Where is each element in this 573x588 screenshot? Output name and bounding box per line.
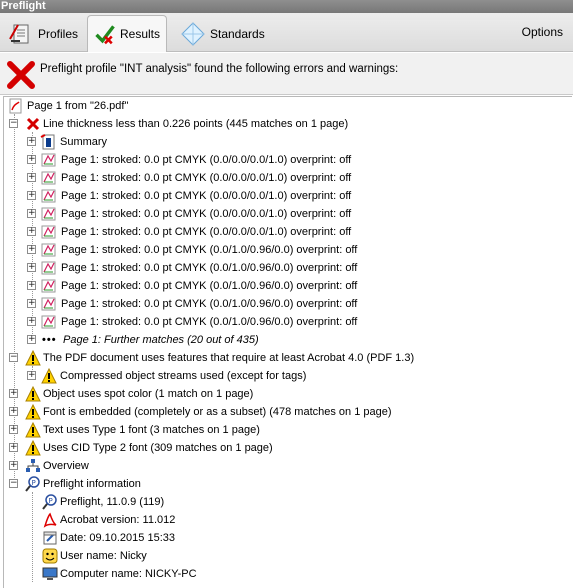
- overview-hierarchy-icon: [26, 459, 40, 472]
- options-menu[interactable]: Options: [522, 25, 563, 39]
- computer-monitor-icon: [42, 567, 58, 580]
- stroke-path-icon: [41, 315, 56, 329]
- calendar-icon: [43, 531, 57, 545]
- results-header: Preflight profile "INT analysis" found t…: [0, 53, 573, 95]
- header-message: Preflight profile "INT analysis" found t…: [40, 63, 399, 75]
- expand-toggle[interactable]: +: [27, 137, 36, 146]
- svg-text:P: P: [32, 479, 36, 487]
- tab-profiles[interactable]: Profiles: [2, 15, 84, 52]
- stroke-path-icon: [41, 261, 56, 275]
- expand-toggle[interactable]: +: [27, 371, 36, 380]
- stroke-path-icon: [41, 153, 56, 167]
- expand-toggle[interactable]: +: [27, 191, 36, 200]
- collapse-toggle[interactable]: −: [9, 353, 18, 362]
- error-x-icon: [7, 61, 35, 89]
- warning-icon: [25, 386, 41, 402]
- collapse-toggle[interactable]: −: [9, 479, 18, 488]
- warning-icon: [25, 404, 41, 420]
- stroke-path-icon: [41, 225, 56, 239]
- stroke-path-icon: [41, 171, 56, 185]
- profiles-icon: [9, 24, 29, 43]
- results-checkmark-icon: [95, 25, 115, 45]
- expand-toggle[interactable]: +: [27, 317, 36, 326]
- more-dots-icon: •••: [42, 334, 57, 346]
- user-smiley-icon: [42, 548, 58, 564]
- error-x-icon: [26, 117, 40, 131]
- stroke-path-icon: [41, 207, 56, 221]
- window-title: Preflight: [1, 0, 46, 12]
- results-tree[interactable]: Page 1 from "26.pdf" − Line thickness le…: [3, 96, 572, 588]
- expand-toggle[interactable]: +: [9, 425, 18, 434]
- expand-toggle[interactable]: +: [27, 155, 36, 164]
- preflight-magnifier-icon: P: [25, 476, 40, 492]
- warning-icon: [25, 440, 41, 456]
- stroke-path-icon: [41, 243, 56, 257]
- expand-toggle[interactable]: +: [9, 389, 18, 398]
- standards-diamond-icon: [181, 21, 205, 46]
- expand-toggle[interactable]: +: [27, 245, 36, 254]
- stroke-path-icon: [41, 189, 56, 203]
- expand-toggle[interactable]: +: [9, 443, 18, 452]
- expand-toggle[interactable]: +: [9, 461, 18, 470]
- summary-info-icon: [40, 134, 55, 150]
- preflight-magnifier-icon: P: [42, 494, 57, 510]
- expand-toggle[interactable]: +: [27, 209, 36, 218]
- expand-toggle[interactable]: +: [9, 407, 18, 416]
- tab-results[interactable]: Results: [87, 15, 167, 52]
- toolbar: Profiles Results Standards Options: [0, 13, 573, 52]
- expand-toggle[interactable]: +: [27, 227, 36, 236]
- acrobat-icon: [43, 512, 57, 528]
- svg-text:P: P: [49, 497, 53, 505]
- window-title-bar: Preflight: [0, 0, 573, 13]
- pdf-file-icon: [9, 98, 22, 114]
- warning-icon: [41, 368, 57, 384]
- expand-toggle[interactable]: +: [27, 335, 36, 344]
- warning-icon: [25, 422, 41, 438]
- expand-toggle[interactable]: +: [27, 299, 36, 308]
- warning-icon: [25, 350, 41, 366]
- tab-standards[interactable]: Standards: [174, 15, 271, 52]
- collapse-toggle[interactable]: −: [9, 119, 18, 128]
- expand-toggle[interactable]: +: [27, 281, 36, 290]
- stroke-path-icon: [41, 279, 56, 293]
- expand-toggle[interactable]: +: [27, 173, 36, 182]
- expand-toggle[interactable]: +: [27, 263, 36, 272]
- stroke-path-icon: [41, 297, 56, 311]
